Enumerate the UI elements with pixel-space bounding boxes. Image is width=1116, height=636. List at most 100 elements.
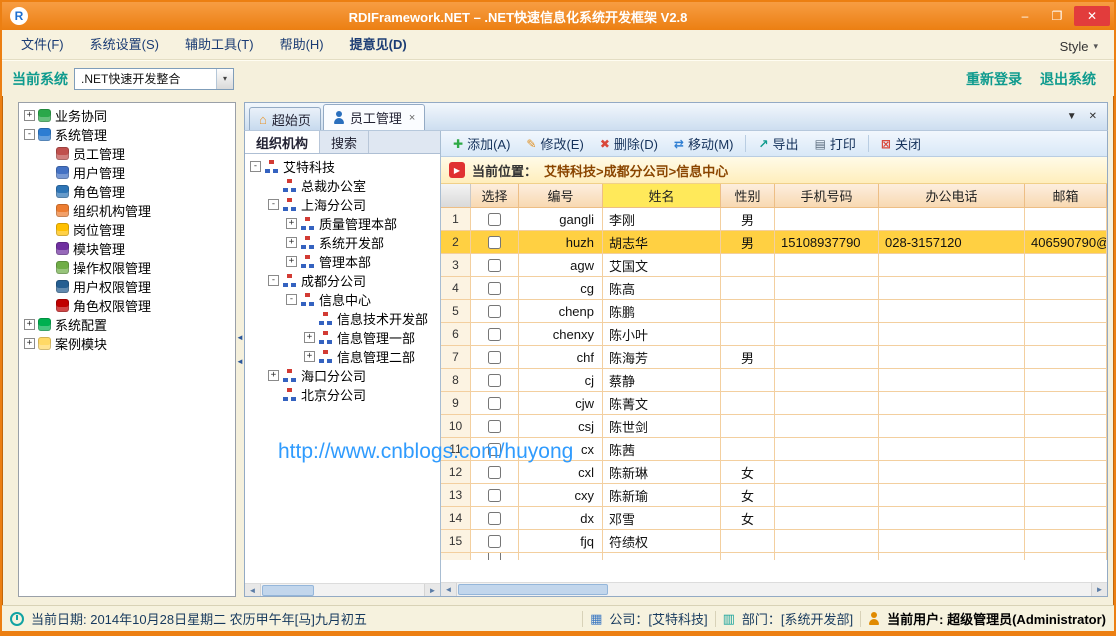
row-checkbox[interactable]: [488, 488, 501, 502]
menu-item[interactable]: 文件(F): [8, 30, 77, 60]
module-tree-item[interactable]: - 系统管理: [21, 125, 235, 144]
row-checkbox[interactable]: [488, 304, 501, 318]
tree-expander-icon[interactable]: -: [286, 294, 297, 305]
row-checkbox[interactable]: [488, 534, 501, 548]
toolbar-button[interactable]: ↗ 导出: [750, 132, 806, 156]
org-tree-item[interactable]: + ✔ 信息管理一部: [247, 328, 440, 347]
row-checkbox[interactable]: [488, 419, 501, 433]
table-row[interactable]: 12 cxl 陈新琳 女: [441, 461, 1107, 484]
org-panel-tab[interactable]: 搜索: [320, 131, 370, 153]
table-row[interactable]: 5 chenp 陈鹏: [441, 300, 1107, 323]
module-tree-item[interactable]: + 业务协同: [21, 106, 235, 125]
module-tree-item[interactable]: 模块管理: [21, 239, 235, 258]
tree-expander-icon[interactable]: +: [286, 256, 297, 267]
toolbar-button[interactable]: ✚ 添加(A): [445, 132, 518, 156]
column-header-mobile[interactable]: 手机号码: [775, 184, 879, 208]
toolbar-button[interactable]: ▤ 打印: [807, 132, 864, 156]
org-horizontal-scrollbar[interactable]: ◄ ►: [245, 583, 440, 596]
org-tree-item[interactable]: + ✔ 质量管理本部: [247, 214, 440, 233]
org-tree-item[interactable]: - ✔ 信息中心: [247, 290, 440, 309]
table-row[interactable]: 4 cg 陈高: [441, 277, 1107, 300]
document-tab[interactable]: 员工管理 ×: [322, 104, 426, 130]
splitter-collapse-icon[interactable]: ◄: [236, 357, 244, 367]
module-tree-item[interactable]: 角色权限管理: [21, 296, 235, 315]
row-checkbox[interactable]: [488, 258, 501, 272]
org-tree-item[interactable]: + ✔ 管理本部: [247, 252, 440, 271]
column-header-select[interactable]: 选择: [471, 184, 519, 208]
table-row[interactable]: [441, 553, 1107, 560]
tab-close-icon[interactable]: ×: [409, 112, 415, 124]
tree-expander-icon[interactable]: +: [304, 351, 315, 362]
tree-expander-icon[interactable]: +: [24, 338, 35, 349]
org-tree-item[interactable]: + ✔ 信息管理二部: [247, 347, 440, 366]
menu-item[interactable]: 提意见(D): [337, 30, 420, 60]
relogin-link[interactable]: 重新登录: [966, 69, 1022, 89]
table-row[interactable]: 15 fjq 符绩权: [441, 530, 1107, 553]
module-tree-item[interactable]: 用户权限管理: [21, 277, 235, 296]
tree-expander-icon[interactable]: -: [24, 129, 35, 140]
tree-expander-icon[interactable]: +: [286, 218, 297, 229]
module-tree-item[interactable]: 角色管理: [21, 182, 235, 201]
menu-item[interactable]: 帮助(H): [267, 30, 337, 60]
row-checkbox[interactable]: [488, 442, 501, 456]
row-checkbox[interactable]: [488, 327, 501, 341]
column-header-gender[interactable]: 性别: [721, 184, 775, 208]
scroll-left-icon[interactable]: ◄: [245, 584, 261, 596]
row-checkbox[interactable]: [488, 465, 501, 479]
org-tree-item[interactable]: - ✔ 上海分公司: [247, 195, 440, 214]
org-tree-item[interactable]: + ✔ 海口分公司: [247, 366, 440, 385]
column-header-email[interactable]: 邮箱: [1025, 184, 1107, 208]
chevron-down-icon[interactable]: ▾: [216, 68, 233, 89]
menu-item[interactable]: 辅助工具(T): [172, 30, 267, 60]
column-header-id[interactable]: 编号: [519, 184, 603, 208]
module-tree-item[interactable]: + 系统配置: [21, 315, 235, 334]
module-tree-item[interactable]: + 案例模块: [21, 334, 235, 353]
table-row[interactable]: 3 agw 艾国文: [441, 254, 1107, 277]
org-tree-item[interactable]: ✔ 信息技术开发部: [247, 309, 440, 328]
table-row[interactable]: 10 csj 陈世剑: [441, 415, 1107, 438]
module-tree-item[interactable]: 组织机构管理: [21, 201, 235, 220]
close-button[interactable]: ✕: [1074, 6, 1110, 26]
scrollbar-thumb[interactable]: [262, 584, 314, 596]
tabstrip-close-icon[interactable]: ✕: [1089, 111, 1097, 122]
table-row[interactable]: 8 cj 蔡静: [441, 369, 1107, 392]
column-header-name[interactable]: 姓名: [603, 184, 721, 208]
grid-horizontal-scrollbar[interactable]: ◄ ►: [441, 582, 1107, 596]
org-tree-item[interactable]: - ✔ 艾特科技: [247, 157, 440, 176]
row-checkbox[interactable]: [488, 373, 501, 387]
toolbar-button[interactable]: ✖ 删除(D): [592, 132, 666, 156]
org-panel-tab[interactable]: 组织机构: [245, 131, 321, 153]
tree-expander-icon[interactable]: -: [268, 199, 279, 210]
table-row[interactable]: 9 cjw 陈菁文: [441, 392, 1107, 415]
scrollbar-thumb[interactable]: [458, 584, 608, 595]
row-checkbox[interactable]: [488, 235, 501, 249]
scroll-right-icon[interactable]: ►: [1091, 583, 1107, 596]
table-row[interactable]: 6 chenxy 陈小叶: [441, 323, 1107, 346]
tab-list-icon[interactable]: ▼: [1067, 111, 1077, 122]
tree-expander-icon[interactable]: -: [250, 161, 261, 172]
row-checkbox[interactable]: [488, 553, 501, 560]
table-row[interactable]: 7 chf 陈海芳 男: [441, 346, 1107, 369]
tree-expander-icon[interactable]: +: [304, 332, 315, 343]
table-row[interactable]: 14 dx 邓雪 女: [441, 507, 1107, 530]
splitter-collapse-icon[interactable]: ◄: [236, 333, 244, 343]
splitter[interactable]: ◄ ◄: [236, 102, 244, 597]
toolbar-button[interactable]: ⊠ 关闭: [873, 132, 929, 156]
toolbar-button[interactable]: ⇄ 移动(M): [666, 132, 742, 156]
module-tree-item[interactable]: 用户管理: [21, 163, 235, 182]
tree-expander-icon[interactable]: +: [24, 110, 35, 121]
org-tree-item[interactable]: + ✔ 系统开发部: [247, 233, 440, 252]
menu-item[interactable]: 系统设置(S): [77, 30, 172, 60]
logout-link[interactable]: 退出系统: [1040, 69, 1096, 89]
tree-expander-icon[interactable]: +: [268, 370, 279, 381]
tree-expander-icon[interactable]: -: [268, 275, 279, 286]
module-tree-item[interactable]: 岗位管理: [21, 220, 235, 239]
row-checkbox[interactable]: [488, 281, 501, 295]
document-tab[interactable]: 超始页: [249, 107, 321, 130]
row-checkbox[interactable]: [488, 212, 501, 226]
table-row[interactable]: 13 cxy 陈新瑜 女: [441, 484, 1107, 507]
org-tree-item[interactable]: ✔ 总裁办公室: [247, 176, 440, 195]
table-row[interactable]: 11 cx 陈茜: [441, 438, 1107, 461]
tree-expander-icon[interactable]: +: [24, 319, 35, 330]
org-tree-item[interactable]: - ✔ 成都分公司: [247, 271, 440, 290]
